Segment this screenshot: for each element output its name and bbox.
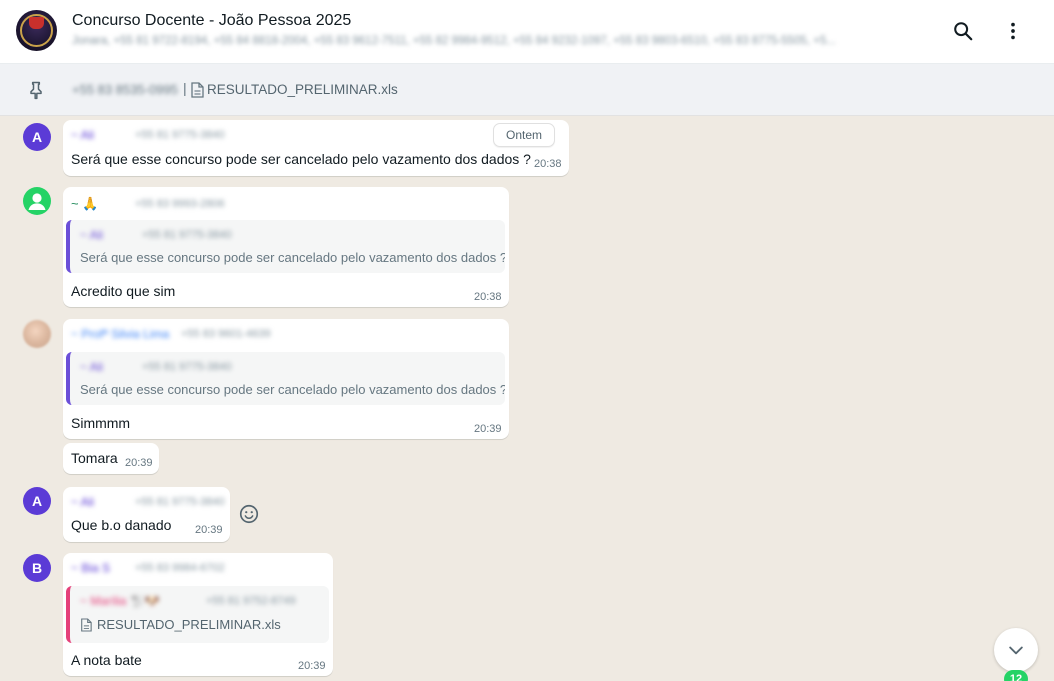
group-participants[interactable]: Jonara, +55 81 9722-8194, +55 84 8818-20… — [72, 35, 928, 47]
quoted-message[interactable]: ~ Ali +55 81 9775-3840 Será que esse con… — [66, 352, 505, 405]
react-button[interactable] — [236, 501, 262, 527]
message-bubble[interactable]: ~ Profª Silvia Lima +55 83 9601-4639 ~ A… — [63, 319, 509, 439]
message-time: 20:39 — [298, 660, 326, 672]
sender-avatar-photo[interactable] — [23, 320, 51, 348]
message-time: 20:39 — [125, 457, 153, 469]
message-list[interactable]: A ~ Ali +55 81 9775-3840 Será que esse c… — [0, 116, 1054, 681]
quoted-sender: ~ Marília 🐩🐶 — [80, 594, 160, 608]
quoted-text: Será que esse concurso pode ser cancelad… — [80, 250, 505, 265]
scroll-to-bottom-button[interactable] — [994, 628, 1038, 672]
sender-avatar-default[interactable] — [23, 187, 51, 215]
search-button[interactable] — [949, 17, 977, 45]
sender-phone[interactable]: +55 83 9984-6702 — [135, 562, 225, 574]
sender-phone[interactable]: +55 83 9601-4639 — [181, 328, 271, 340]
emoji-smile-icon — [239, 504, 259, 524]
sender-avatar[interactable]: B — [23, 554, 51, 582]
document-icon — [191, 82, 204, 98]
pinned-file-name: RESULTADO_PRELIMINAR.xls — [207, 82, 398, 97]
sender-phone[interactable]: +55 83 9993-2806 — [135, 198, 225, 210]
message-text: Que b.o danado — [71, 517, 172, 533]
chevron-down-icon — [1009, 646, 1023, 655]
search-icon — [954, 22, 973, 41]
date-separator: Ontem — [493, 123, 555, 147]
sender-name[interactable]: ~ Profª Silvia Lima — [71, 327, 169, 341]
sender-name[interactable]: ~ Bia S — [71, 561, 110, 575]
quoted-sender: ~ Ali — [80, 360, 104, 374]
sender-name[interactable]: ~ Ali — [71, 495, 94, 509]
message-time: 20:38 — [534, 158, 562, 170]
unread-count-badge[interactable]: 12 — [1004, 670, 1028, 681]
message-text: Será que esse concurso pode ser cancelad… — [71, 151, 531, 167]
message-bubble[interactable]: ~ 🙏 +55 83 9993-2806 ~ Ali +55 81 9775-3… — [63, 187, 509, 307]
group-avatar-crest — [29, 17, 44, 29]
message-text: Tomara — [71, 450, 118, 466]
menu-button[interactable] — [999, 17, 1027, 45]
message-bubble[interactable]: Tomara 20:39 — [63, 443, 159, 474]
pin-icon[interactable] — [26, 80, 46, 100]
document-icon — [81, 618, 92, 632]
sender-name[interactable]: ~ Ali — [71, 128, 94, 142]
message-bubble[interactable]: ~ Ali +55 81 9775-3840 Que b.o danado 20… — [63, 487, 230, 542]
quoted-sender: ~ Ali — [80, 228, 104, 242]
quoted-phone: +55 81 9752-8749 — [206, 595, 296, 607]
pinned-message-bar[interactable]: +55 83 8535-0995 | RESULTADO_PRELIMINAR.… — [0, 64, 1054, 116]
quoted-message[interactable]: ~ Ali +55 81 9775-3840 Será que esse con… — [66, 220, 505, 273]
quoted-file-name: RESULTADO_PRELIMINAR.xls — [97, 617, 281, 632]
sender-phone[interactable]: +55 81 9775-3840 — [135, 129, 225, 141]
chat-header[interactable]: Concurso Docente - João Pessoa 2025 Jona… — [0, 0, 1054, 64]
message-time: 20:39 — [195, 524, 223, 536]
user-silhouette-icon — [28, 193, 46, 210]
sender-avatar[interactable]: A — [23, 487, 51, 515]
quoted-phone: +55 81 9775-3840 — [142, 229, 232, 241]
pinned-sender: +55 83 8535-0995 — [72, 82, 178, 97]
message-text: Simmmm — [71, 415, 131, 431]
message-bubble[interactable]: ~ Bia S +55 83 9984-6702 ~ Marília 🐩🐶 +5… — [63, 553, 333, 676]
quoted-message[interactable]: ~ Marília 🐩🐶 +55 81 9752-8749 RESULTADO_… — [66, 586, 329, 643]
kebab-menu-icon — [1011, 22, 1015, 40]
message-text: Acredito que sim — [71, 283, 176, 299]
quoted-text: Será que esse concurso pode ser cancelad… — [80, 382, 505, 397]
group-title[interactable]: Concurso Docente - João Pessoa 2025 — [72, 12, 351, 30]
quoted-phone: +55 81 9775-3840 — [142, 361, 232, 373]
message-text: A nota bate — [71, 652, 142, 668]
group-avatar[interactable] — [16, 10, 57, 51]
sender-phone[interactable]: +55 81 9775-3840 — [135, 496, 225, 508]
sender-name[interactable]: ~ 🙏 — [71, 196, 98, 212]
pinned-separator: | — [183, 80, 187, 96]
message-time: 20:39 — [474, 423, 502, 435]
sender-avatar[interactable]: A — [23, 123, 51, 151]
message-time: 20:38 — [474, 291, 502, 303]
